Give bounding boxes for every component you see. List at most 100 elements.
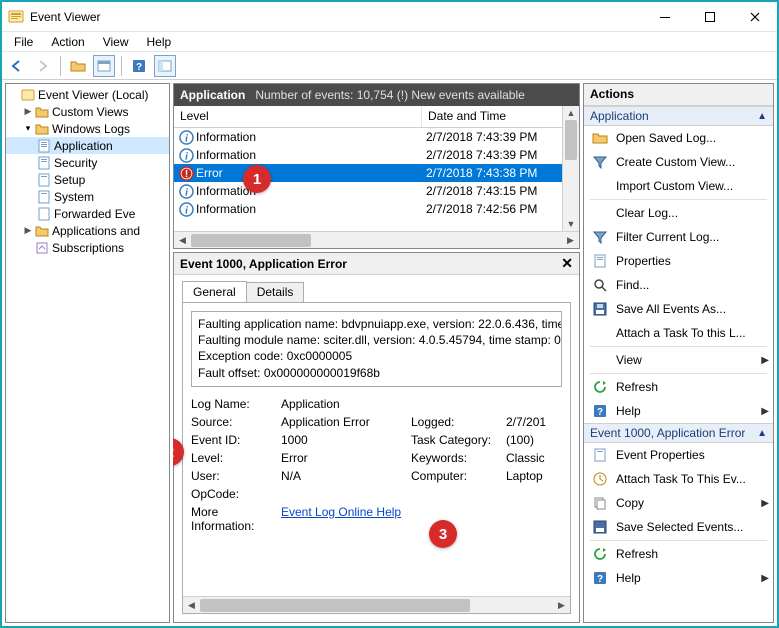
submenu-arrow-icon: ▶ bbox=[761, 355, 769, 366]
value-source: Application Error bbox=[281, 415, 411, 429]
content-area: Event Viewer (Local) ▶ Custom Views ▾ Wi… bbox=[2, 80, 777, 626]
event-row[interactable]: iInformation 2/7/2018 7:43:39 PM bbox=[174, 146, 562, 164]
scroll-thumb[interactable] bbox=[200, 599, 470, 612]
detail-header: Event 1000, Application Error ✕ bbox=[174, 253, 579, 275]
tab-details[interactable]: Details bbox=[246, 282, 305, 303]
back-button[interactable] bbox=[6, 55, 28, 77]
tree-windows-logs[interactable]: ▾ Windows Logs bbox=[6, 120, 169, 137]
event-log-online-help-link[interactable]: Event Log Online Help bbox=[281, 505, 401, 519]
column-level[interactable]: Level bbox=[174, 106, 422, 127]
actions-group-application[interactable]: Application▲ bbox=[584, 106, 773, 126]
help-icon: ? bbox=[592, 570, 608, 586]
actions-pane: Actions Application▲ Open Saved Log... C… bbox=[583, 83, 774, 623]
event-list-hscroll[interactable]: ◀ ▶ bbox=[174, 231, 579, 248]
tree-subscriptions[interactable]: Subscriptions bbox=[6, 239, 169, 256]
label-computer: Computer: bbox=[411, 469, 506, 483]
forward-button[interactable] bbox=[32, 55, 54, 77]
scroll-right-icon[interactable]: ▶ bbox=[562, 232, 579, 248]
scroll-thumb[interactable] bbox=[191, 234, 311, 247]
action-clear-log[interactable]: Clear Log... bbox=[584, 201, 773, 225]
action-import-custom-view[interactable]: Import Custom View... bbox=[584, 174, 773, 198]
detail-hscroll[interactable]: ◀ ▶ bbox=[183, 596, 570, 613]
tab-general-body: Faulting application name: bdvpnuiapp.ex… bbox=[182, 302, 571, 614]
svg-text:?: ? bbox=[597, 407, 603, 418]
save-icon bbox=[592, 519, 608, 535]
titlebar: Event Viewer bbox=[2, 2, 777, 32]
action-find[interactable]: Find... bbox=[584, 273, 773, 297]
action-help-event[interactable]: ?Help▶ bbox=[584, 566, 773, 590]
scroll-left-icon[interactable]: ◀ bbox=[174, 232, 191, 248]
column-date[interactable]: Date and Time bbox=[422, 106, 579, 127]
save-icon bbox=[592, 301, 608, 317]
event-list-columns: Level Date and Time bbox=[174, 106, 579, 128]
action-refresh[interactable]: Refresh bbox=[584, 375, 773, 399]
tree-setup[interactable]: Setup bbox=[6, 171, 169, 188]
scroll-down-icon[interactable]: ▼ bbox=[563, 217, 579, 231]
close-detail-button[interactable]: ✕ bbox=[561, 255, 573, 272]
scroll-right-icon[interactable]: ▶ bbox=[553, 597, 570, 614]
event-list-subtitle: Number of events: 10,754 (!) New events … bbox=[255, 88, 524, 102]
action-attach-task-event[interactable]: Attach Task To This Ev... bbox=[584, 467, 773, 491]
action-copy[interactable]: Copy▶ bbox=[584, 491, 773, 515]
event-row[interactable]: iInformation 2/7/2018 7:43:39 PM bbox=[174, 128, 562, 146]
detail-metadata: Log Name: Application Source: Applicatio… bbox=[191, 397, 562, 533]
folder-icon bbox=[34, 121, 50, 137]
maximize-button[interactable] bbox=[687, 2, 732, 32]
menu-help[interactable]: Help bbox=[139, 33, 180, 51]
submenu-arrow-icon: ▶ bbox=[761, 573, 769, 584]
action-create-custom-view[interactable]: Create Custom View... bbox=[584, 150, 773, 174]
panes-toolbar-button[interactable] bbox=[154, 55, 176, 77]
action-save-all-events[interactable]: Save All Events As... bbox=[584, 297, 773, 321]
action-attach-task[interactable]: Attach a Task To this L... bbox=[584, 321, 773, 345]
action-help[interactable]: ?Help▶ bbox=[584, 399, 773, 423]
value-event-id: 1000 bbox=[281, 433, 411, 447]
tree-application[interactable]: Application bbox=[6, 137, 169, 154]
log-icon bbox=[36, 189, 52, 205]
value-log-name: Application bbox=[281, 397, 411, 411]
tree-root[interactable]: Event Viewer (Local) bbox=[6, 86, 169, 103]
action-properties[interactable]: Properties bbox=[584, 249, 773, 273]
scroll-left-icon[interactable]: ◀ bbox=[183, 597, 200, 614]
actions-group-event[interactable]: Event 1000, Application Error▲ bbox=[584, 423, 773, 443]
action-filter-current-log[interactable]: Filter Current Log... bbox=[584, 225, 773, 249]
properties-toolbar-button[interactable] bbox=[93, 55, 115, 77]
scroll-thumb[interactable] bbox=[565, 120, 577, 160]
filter-icon bbox=[592, 229, 608, 245]
action-open-saved-log[interactable]: Open Saved Log... bbox=[584, 126, 773, 150]
value-user: N/A bbox=[281, 469, 411, 483]
callout-3: 3 bbox=[429, 520, 457, 548]
tree-forwarded[interactable]: Forwarded Eve bbox=[6, 205, 169, 222]
action-refresh-event[interactable]: Refresh bbox=[584, 542, 773, 566]
center-pane: Application Number of events: 10,754 (!)… bbox=[173, 83, 580, 623]
tab-general[interactable]: General bbox=[182, 281, 247, 302]
collapse-icon: ▲ bbox=[757, 111, 767, 122]
event-row-selected[interactable]: !Error 2/7/2018 7:43:38 PM bbox=[174, 164, 562, 182]
svg-text:!: ! bbox=[184, 169, 187, 180]
tree-apps-and-services[interactable]: ▶ Applications and bbox=[6, 222, 169, 239]
minimize-button[interactable] bbox=[642, 2, 687, 32]
menu-view[interactable]: View bbox=[95, 33, 137, 51]
tree-security[interactable]: Security bbox=[6, 154, 169, 171]
tree-system[interactable]: System bbox=[6, 188, 169, 205]
event-list-vscroll[interactable]: ▲ ▼ bbox=[562, 106, 579, 231]
folder-icon[interactable] bbox=[67, 55, 89, 77]
label-logged: Logged: bbox=[411, 415, 506, 429]
menu-action[interactable]: Action bbox=[43, 33, 92, 51]
action-view[interactable]: View▶ bbox=[584, 348, 773, 372]
event-viewer-icon bbox=[20, 87, 36, 103]
close-button[interactable] bbox=[732, 2, 777, 32]
tree-label: Forwarded Eve bbox=[54, 207, 135, 221]
event-row[interactable]: iInformation 2/7/2018 7:43:15 PM bbox=[174, 182, 562, 200]
event-list-panel: Application Number of events: 10,754 (!)… bbox=[173, 83, 580, 249]
menu-file[interactable]: File bbox=[6, 33, 41, 51]
label-level: Level: bbox=[191, 451, 281, 465]
action-event-properties[interactable]: Event Properties bbox=[584, 443, 773, 467]
action-save-selected[interactable]: Save Selected Events... bbox=[584, 515, 773, 539]
help-toolbar-button[interactable]: ? bbox=[128, 55, 150, 77]
tree-custom-views[interactable]: ▶ Custom Views bbox=[6, 103, 169, 120]
scroll-up-icon[interactable]: ▲ bbox=[563, 106, 579, 120]
value-keywords: Classic bbox=[506, 451, 566, 465]
event-row[interactable]: iInformation 2/7/2018 7:42:56 PM bbox=[174, 200, 562, 218]
tree-label: Subscriptions bbox=[52, 241, 124, 255]
tree-label: System bbox=[54, 190, 94, 204]
